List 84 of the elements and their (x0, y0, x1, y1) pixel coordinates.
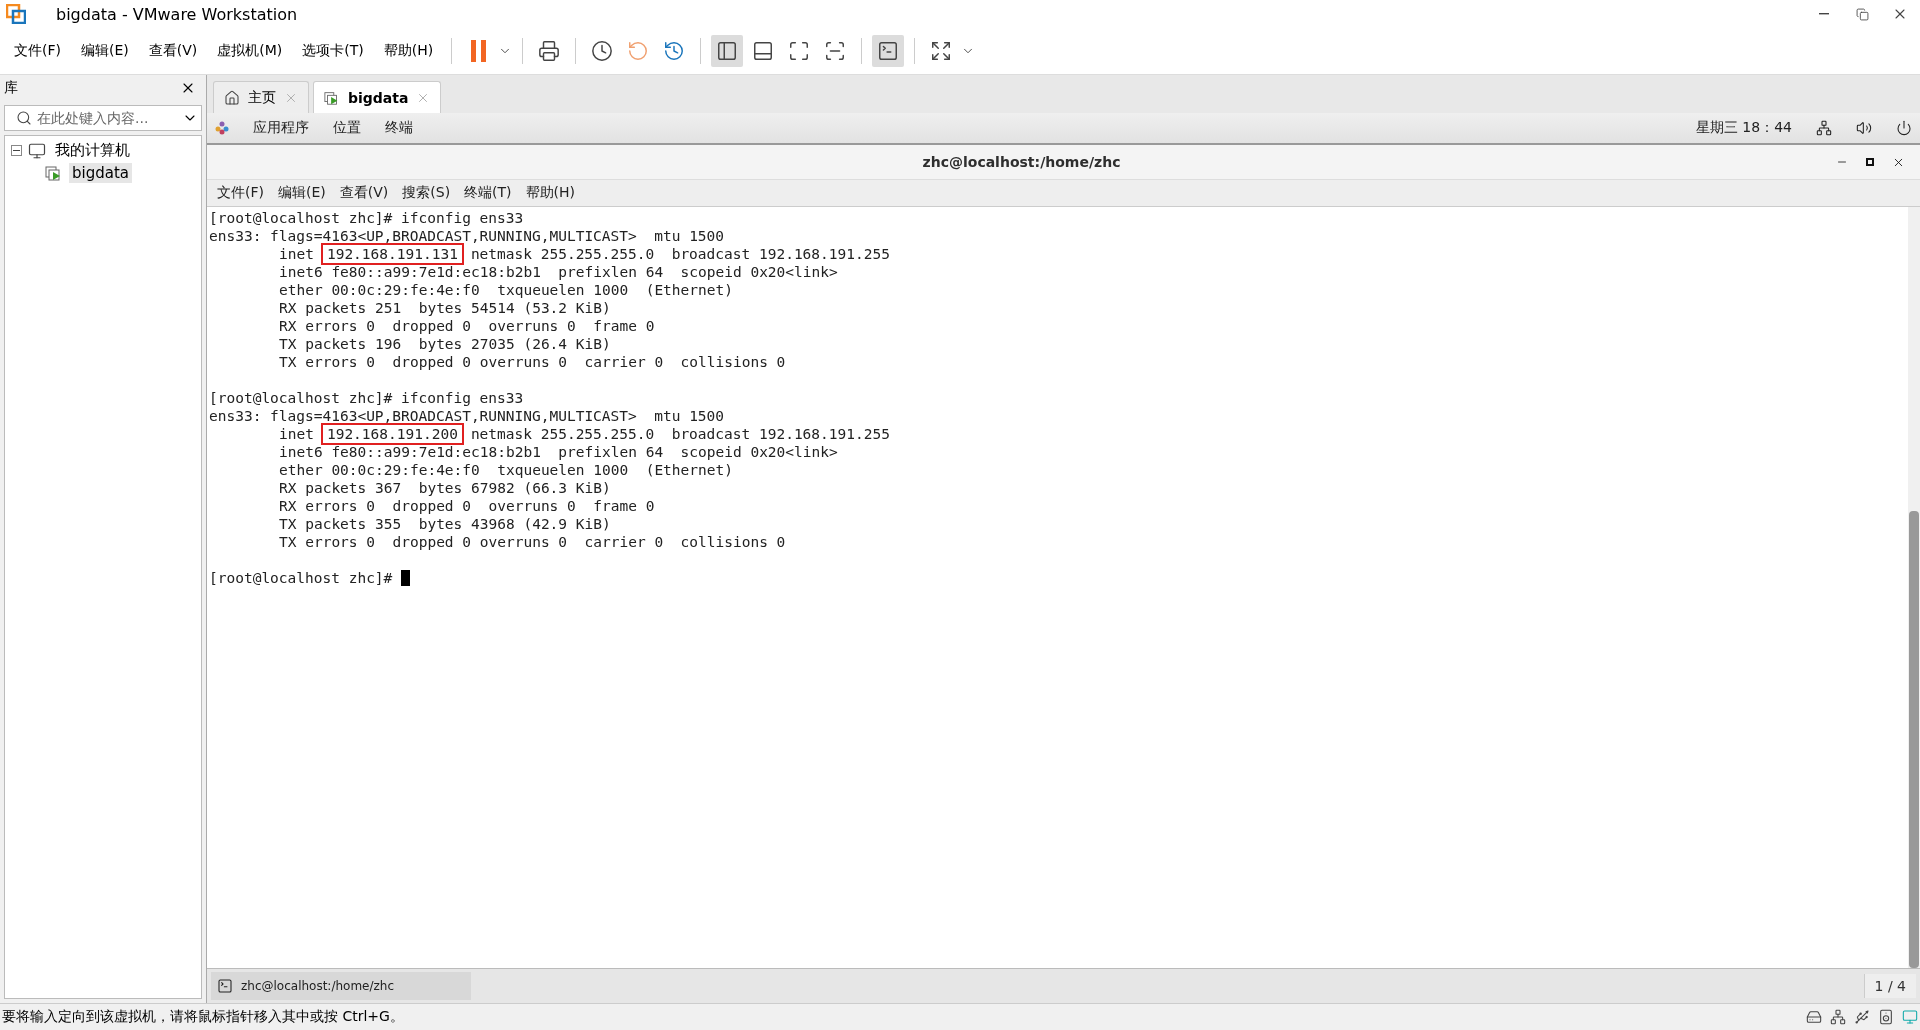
maximize-icon (1866, 158, 1874, 166)
menu-item[interactable]: 编辑(E) (73, 38, 137, 64)
terminal-text: [root@localhost zhc]# ifconfig ens33 (209, 389, 524, 407)
terminal-title: zhc@localhost:/home/zhc (921, 154, 1122, 170)
home-icon (224, 89, 240, 106)
terminal-text: TX errors 0 dropped 0 overruns 0 carrier 0 collisions 0 (279, 533, 786, 551)
full-screen-icon (788, 40, 811, 62)
menu-item[interactable]: 选项卡(T) (294, 38, 372, 64)
terminal-text: ens33: flags=4163<UP,BROADCAST,RUNNING,MULTICAST> mtu 1500 (209, 407, 725, 425)
window-title: bigdata - VMware Workstation (56, 4, 299, 24)
terminal-text: RX errors 0 dropped 0 overruns 0 frame 0 (279, 317, 655, 335)
terminal-text: inet (279, 425, 314, 443)
tree-item[interactable]: bigdata (69, 163, 132, 183)
highlighted-address: 192.168.191.200 (322, 425, 462, 443)
text-cursor (401, 570, 411, 586)
network-icon (1830, 1009, 1846, 1025)
power-icon (1896, 120, 1912, 136)
guest-menu-item[interactable]: 应用程序 (253, 119, 309, 137)
volume-icon (1856, 120, 1872, 136)
menu-item[interactable]: 编辑(E) (272, 182, 332, 204)
vm-icon (324, 89, 340, 106)
tree-item[interactable]: 我的计算机 (52, 140, 133, 161)
console-view-button[interactable] (872, 35, 905, 67)
terminal-text: TX errors 0 dropped 0 overruns 0 carrier 0 collisions 0 (279, 353, 786, 371)
menu-item[interactable]: 虚拟机(M) (209, 38, 291, 64)
bottom-panel-icon (752, 40, 775, 62)
terminal-text: RX packets 251 bytes 54514 (53.2 KiB) (279, 299, 611, 317)
terminal-icon (877, 40, 900, 62)
expand-icon (930, 40, 953, 62)
terminal-text: RX packets 367 bytes 67982 (66.3 KiB) (279, 479, 611, 497)
terminal-text: [root@localhost zhc]# ifconfig ens33 (209, 209, 524, 227)
menu-item[interactable]: 帮助(H) (519, 182, 582, 204)
usb-icon (1854, 1009, 1870, 1025)
menu-item[interactable]: 搜索(S) (396, 182, 457, 204)
terminal-text: inet6 fe80::a99:7e1d:ec18:b2b1 prefixlen 64 scopeid 0x20<link> (279, 443, 838, 461)
status-message: 要将输入定向到该虚拟机，请将鼠标指针移入其中或按 Ctrl+G。 (2, 1008, 405, 1026)
terminal-text: TX packets 196 bytes 27035 (26.4 KiB) (279, 335, 611, 353)
workspace-pager[interactable]: 1 / 4 (1863, 974, 1916, 998)
tab[interactable]: bigdata (313, 81, 442, 113)
sidebar-panel-icon (716, 40, 739, 62)
clock-icon (591, 40, 614, 62)
restore-icon (1855, 7, 1869, 21)
apps-icon (215, 121, 229, 135)
terminal-text: netmask 255.255.255.0 broadcast 192.168.191.255 (470, 245, 890, 263)
app-logo-icon (6, 4, 26, 24)
taskbar-item[interactable]: zhc@localhost:/home/zhc (211, 972, 471, 1000)
clock-history-icon (663, 40, 686, 62)
search-icon (16, 110, 32, 126)
drive-icon (1806, 1009, 1822, 1025)
computer-icon (28, 141, 46, 160)
vm-icon (45, 164, 63, 182)
search-field[interactable]: 在此处键入内容... (4, 105, 202, 131)
tab[interactable]: 主页 (213, 81, 309, 113)
terminal-text: ether 00:0c:29:fe:4e:f0 txqueuelen 1000 (Ethernet) (279, 461, 733, 479)
terminal-icon (217, 978, 233, 994)
speaker-icon (1878, 1009, 1894, 1025)
menu-item[interactable]: 帮助(H) (375, 38, 442, 64)
minimize-icon (1819, 13, 1829, 15)
network-icon (1816, 120, 1832, 136)
clock: 星期三 18：44 (1695, 119, 1792, 137)
menu-item[interactable]: 查看(V) (140, 38, 206, 64)
menu-item[interactable]: 文件(F) (6, 38, 69, 64)
menu-item[interactable]: 文件(F) (211, 182, 270, 204)
device-icon (538, 40, 561, 62)
highlighted-address: 192.168.191.131 (322, 245, 462, 263)
menu-item[interactable]: 查看(V) (333, 182, 395, 204)
terminal-text: inet (279, 245, 314, 263)
guest-menu-item[interactable]: 终端 (385, 119, 413, 137)
terminal-text: inet6 fe80::a99:7e1d:ec18:b2b1 prefixlen 64 scopeid 0x20<link> (279, 263, 838, 281)
terminal-text: TX packets 355 bytes 43968 (42.9 KiB) (279, 515, 611, 533)
collapse-toggle[interactable] (11, 145, 22, 156)
terminal-text: RX errors 0 dropped 0 overruns 0 frame 0 (279, 497, 655, 515)
terminal-text: [root@localhost zhc]# (209, 569, 393, 587)
menu-item[interactable]: 终端(T) (458, 182, 518, 204)
pause-icon (470, 40, 486, 62)
minus-icon (13, 147, 20, 154)
library-title: 库 (4, 79, 18, 97)
library-view-button[interactable] (711, 35, 744, 67)
terminal-text: ens33: flags=4163<UP,BROADCAST,RUNNING,MULTICAST> mtu 1500 (209, 227, 725, 245)
scrollbar[interactable] (1908, 207, 1920, 968)
display-icon (1902, 1009, 1918, 1025)
terminal-text: ether 00:0c:29:fe:4e:f0 txqueuelen 1000 (Ethernet) (279, 281, 733, 299)
guest-menu-item[interactable]: 位置 (333, 119, 361, 137)
terminal-text: netmask 255.255.255.0 broadcast 192.168.191.255 (470, 425, 890, 443)
